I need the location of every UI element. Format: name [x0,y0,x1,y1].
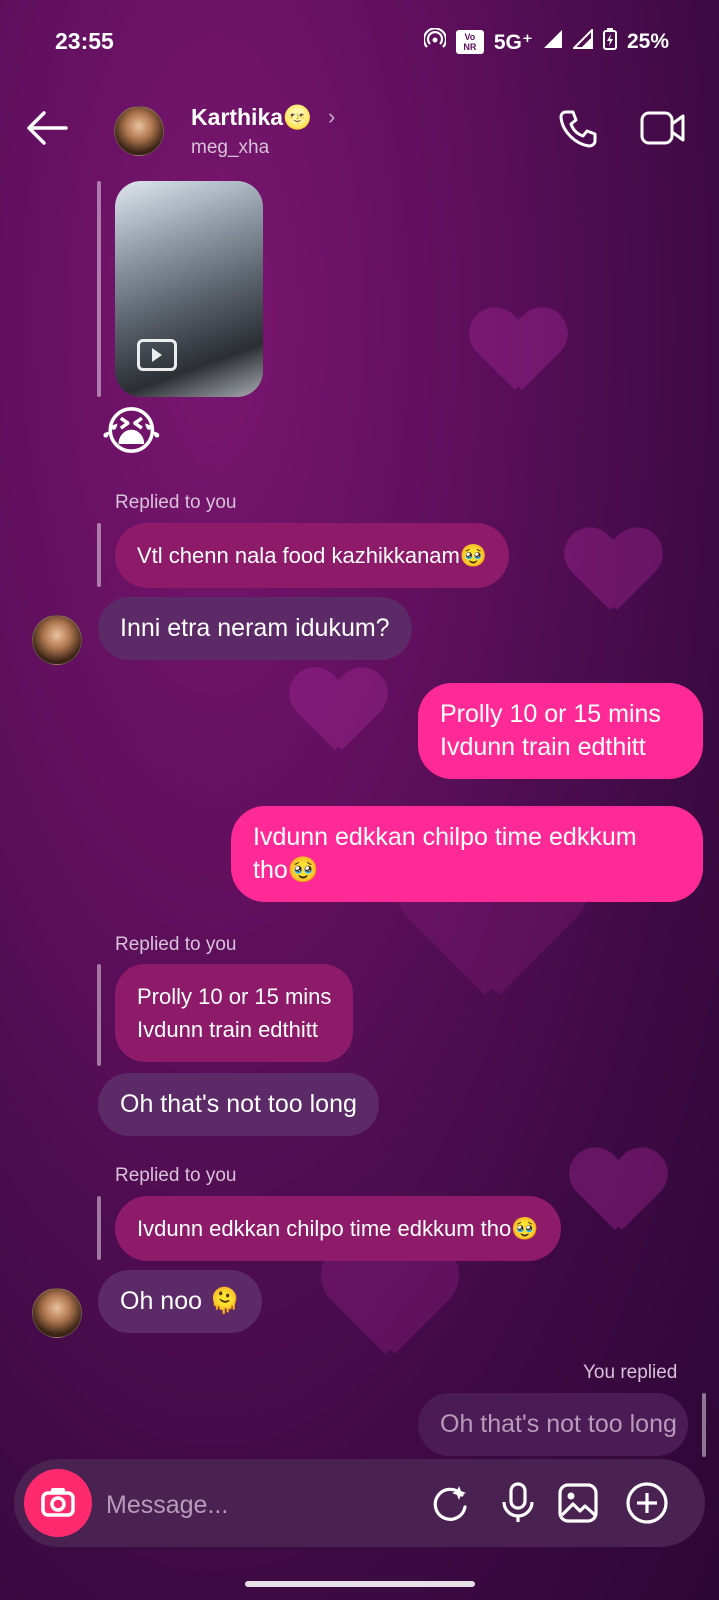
reply-indicator [97,523,101,587]
sticker-icon [433,1486,467,1521]
home-indicator[interactable] [245,1581,475,1587]
microphone-icon [502,1482,534,1522]
replied-label: Replied to you [115,492,237,513]
quoted-message[interactable]: Prolly 10 or 15 mins Ivdunn train edthit… [115,964,354,1062]
hotspot-icon [422,27,447,56]
background-heart [290,670,380,760]
message-line: Prolly 10 or 15 mins [137,984,332,1009]
quoted-message[interactable]: Ivdunn edkkan chilpo time edkkum tho🥹 [115,1196,561,1261]
battery-icon [602,28,617,56]
signal-icon [543,29,563,55]
audio-call-button[interactable] [558,108,598,153]
received-message[interactable]: Oh that's not too long [98,1073,379,1136]
camera-button[interactable] [24,1469,92,1537]
status-icons: Vo NR 5G⁺ 25% [422,27,669,56]
sent-message[interactable]: Prolly 10 or 15 mins Ivdunn train edthit… [418,683,703,779]
you-replied-label: You replied [583,1362,678,1383]
sticker-button[interactable] [428,1481,472,1530]
more-options-button[interactable] [625,1481,669,1530]
emoji-reaction: 😭 [101,403,162,461]
clock: 23:55 [55,28,114,54]
contact-username: meg_xha [191,137,270,158]
message-input[interactable] [104,1485,388,1525]
camera-icon [41,1488,75,1517]
battery-percent: 25% [626,30,669,53]
reply-indicator [702,1393,706,1457]
gallery-icon [558,1483,598,1523]
chevron-right-icon[interactable]: › [328,104,335,130]
voice-button[interactable] [496,1481,540,1530]
chat-header: Karthika🌝 › meg_xha [0,96,719,168]
replied-label: Replied to you [115,1165,237,1186]
plus-icon [626,1482,668,1524]
reply-indicator [97,1196,101,1260]
shared-reel-thumbnail[interactable] [115,181,263,397]
back-button[interactable] [26,108,76,148]
message-composer [14,1459,705,1547]
contact-avatar[interactable] [114,106,164,156]
background-heart [470,310,560,400]
sender-avatar[interactable] [32,1288,82,1338]
volte-icon: Vo NR [455,30,484,54]
reply-indicator [97,181,101,397]
phone-icon [559,110,597,148]
received-message[interactable]: Oh noo 🫠 [98,1270,263,1333]
reply-indicator [97,964,101,1066]
signal-icon [571,27,593,55]
message-line: Ivdunn train edthitt [440,733,646,761]
replied-label: Replied to you [115,934,237,955]
video-call-icon [640,111,685,145]
reel-icon [137,339,177,371]
video-call-button[interactable] [640,110,686,151]
contact-name[interactable]: Karthika🌝 [191,104,312,131]
message-line: Ivdunn train edthitt [137,1017,319,1042]
background-heart [565,530,655,620]
sent-message[interactable]: Ivdunn edkkan chilpo time edkkum tho🥹 [231,806,703,902]
message-line: Ivdunn edkkan chilpo time edkkum [253,823,637,851]
network-type: 5G⁺ [493,30,533,54]
message-line: tho🥹 [253,856,319,884]
gallery-button[interactable] [556,1481,600,1530]
background-heart [570,1150,660,1240]
message-line: Prolly 10 or 15 mins [440,700,661,728]
back-arrow-icon [27,111,68,145]
status-bar: 23:55 Vo NR 5G⁺ 25% [0,0,719,84]
received-message[interactable]: Inni etra neram idukum? [98,597,412,660]
sender-avatar[interactable] [32,615,82,665]
quoted-message[interactable]: Vtl chenn nala food kazhikkanam🥹 [115,523,510,588]
quoted-own-message[interactable]: Oh that's not too long [418,1393,688,1456]
